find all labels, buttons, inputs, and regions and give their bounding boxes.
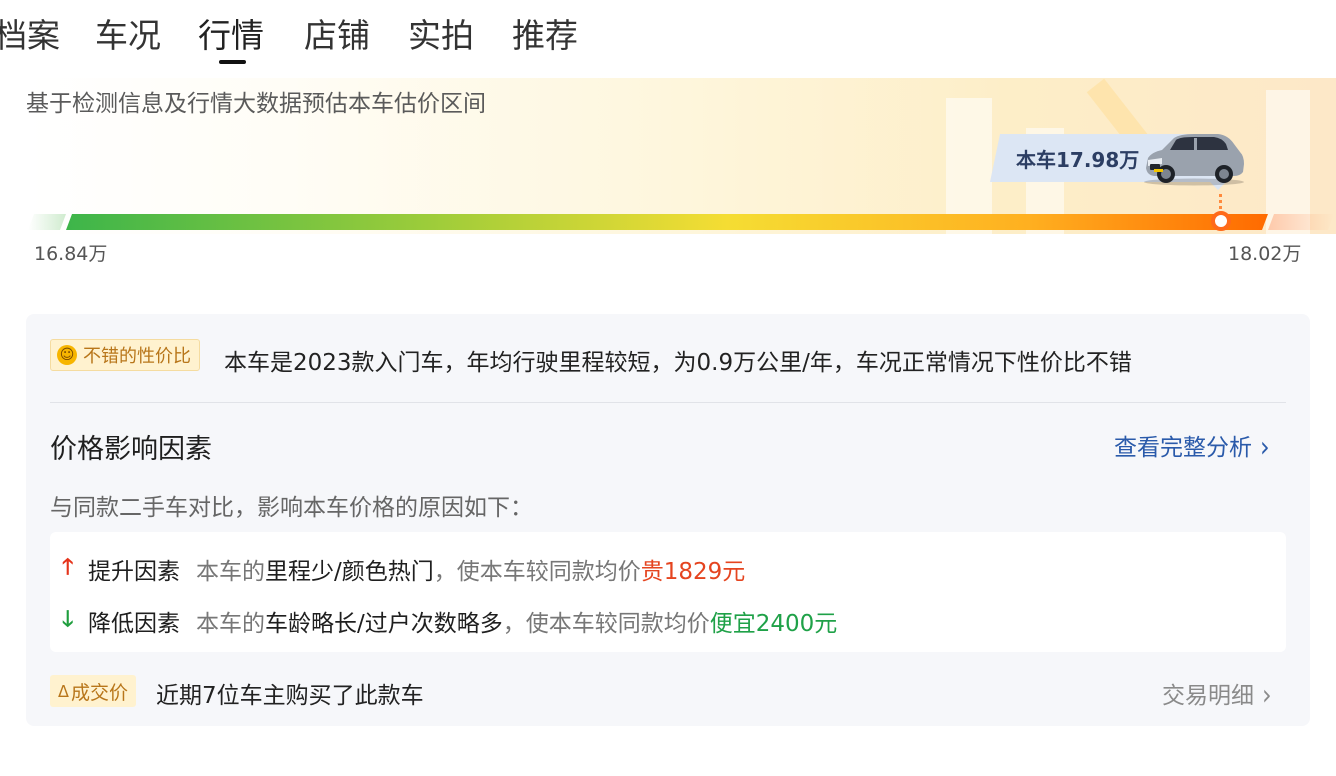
divider	[50, 402, 1286, 403]
factor-up-middle: ，使本车较同款均价	[433, 559, 641, 585]
active-tab-indicator	[219, 60, 246, 64]
factor-row-up: 🡑 提升因素 本车的 里程少/颜色热门 ，使本车较同款均价 贵1829元	[62, 550, 745, 588]
factor-down-middle: ，使本车较同款均价	[502, 611, 710, 637]
deal-price-badge: ᐃ 成交价	[50, 675, 136, 707]
price-bar-right-fade	[1268, 214, 1334, 230]
value-badge: ☺ 不错的性价比	[50, 339, 200, 371]
arrow-up-icon: 🡑	[62, 555, 74, 580]
tab-condition[interactable]: 车况	[95, 14, 161, 58]
smile-icon: ☺	[57, 345, 77, 365]
factor-up-label: 提升因素	[88, 559, 180, 585]
chevron-right-icon: ›	[1262, 678, 1272, 712]
factor-up-prefix: 本车的	[196, 559, 265, 585]
transaction-details-label: 交易明细	[1162, 683, 1254, 709]
marker-connector	[1219, 194, 1222, 212]
price-range-max: 18.02万	[1228, 243, 1302, 265]
price-factors-title: 价格影响因素	[50, 434, 212, 465]
tab-photos[interactable]: 实拍	[408, 14, 474, 58]
price-factors-description: 与同款二手车对比，影响本车价格的原因如下：	[50, 495, 533, 521]
price-range-description: 基于检测信息及行情大数据预估本车估价区间	[26, 91, 486, 117]
price-bar-left-fade	[28, 214, 66, 230]
tab-market[interactable]: 行情	[198, 14, 264, 58]
tab-recommend[interactable]: 推荐	[512, 14, 578, 58]
chevron-right-icon: ›	[1260, 430, 1270, 464]
value-summary-text: 本车是2023款入门车，年均行驶里程较短，为0.9万公里/年，车况正常情况下性价…	[224, 350, 1132, 376]
deal-summary-text: 近期7位车主购买了此款车	[156, 683, 424, 709]
factor-down-label: 降低因素	[88, 611, 180, 637]
view-full-analysis-label: 查看完整分析	[1114, 435, 1252, 461]
value-badge-label: 不错的性价比	[83, 346, 191, 367]
factor-row-down: 🡓 降低因素 本车的 车龄略长/过户次数略多 ，使本车较同款均价 便宜2400元	[62, 602, 837, 640]
factor-up-reasons: 里程少/颜色热门	[265, 559, 434, 585]
factor-down-reasons: 车龄略长/过户次数略多	[265, 611, 503, 637]
deal-icon: ᐃ	[58, 681, 69, 701]
factor-down-prefix: 本车的	[196, 611, 265, 637]
tab-archive[interactable]: 档案	[0, 14, 60, 58]
view-full-analysis-link[interactable]: 查看完整分析 ›	[1114, 428, 1270, 464]
factor-down-result: 便宜2400元	[709, 611, 838, 637]
price-range-min: 16.84万	[34, 243, 108, 265]
tab-shop[interactable]: 店铺	[304, 14, 370, 58]
current-price-label: 本车17.98万	[1016, 148, 1140, 172]
tab-bar: 档案 车况 行情 店铺 实拍 推荐	[0, 0, 1336, 76]
deal-badge-label: 成交价	[70, 681, 128, 704]
arrow-down-icon: 🡓	[62, 607, 74, 632]
price-range-bar	[66, 214, 1268, 230]
current-price-marker	[1211, 211, 1231, 231]
transaction-details-link[interactable]: 交易明细 ›	[1162, 676, 1272, 712]
car-image	[1144, 134, 1244, 186]
factor-up-result: 贵1829元	[640, 559, 746, 585]
